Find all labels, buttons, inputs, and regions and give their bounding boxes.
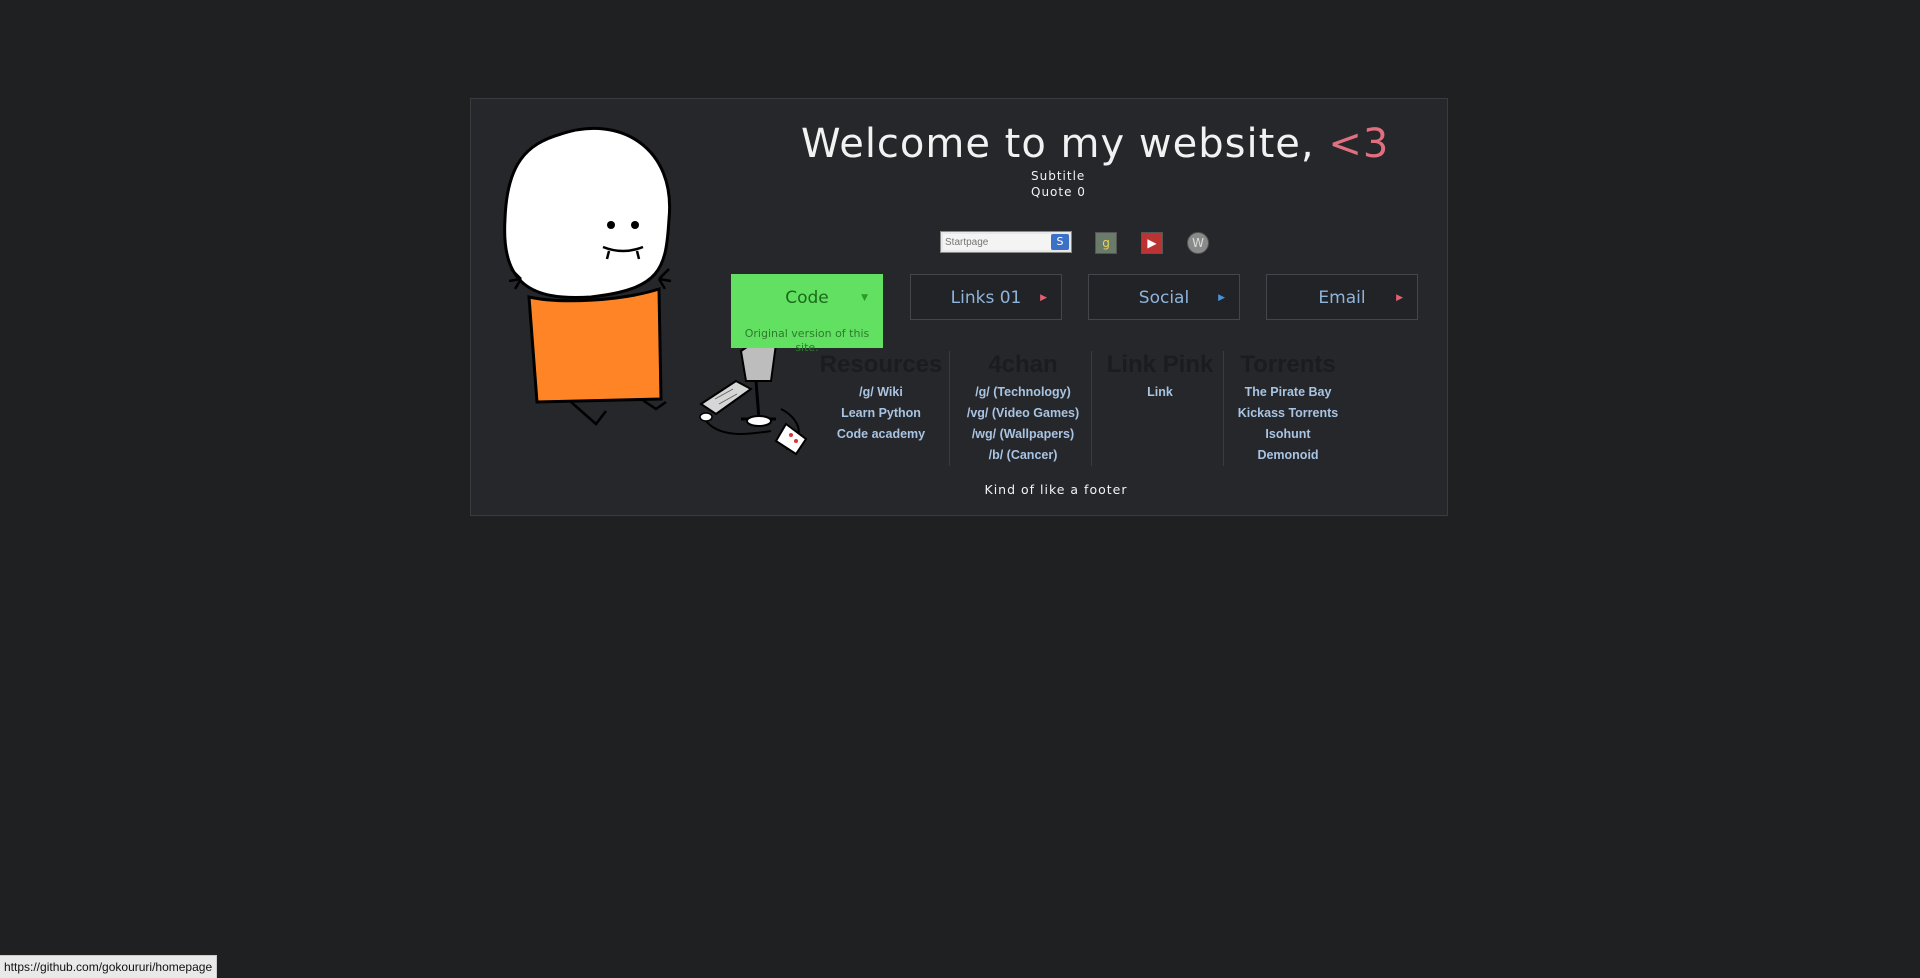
link-kickass-torrents[interactable]: Kickass Torrents (1220, 403, 1356, 424)
link-link[interactable]: Link (1092, 382, 1228, 403)
title-text: Welcome to my website, (801, 121, 1315, 167)
column-heading: Resources (819, 351, 943, 378)
link-vg-video-games[interactable]: /vg/ (Video Games) (955, 403, 1091, 424)
quote: Quote 0 (1031, 185, 1086, 199)
chevron-right-icon: ▶ (1218, 293, 1225, 303)
startpage-icon[interactable]: S (1051, 234, 1069, 250)
tab-social-label: Social (1138, 288, 1190, 308)
tab-links[interactable]: Links 01 ▶ (910, 274, 1062, 320)
link-wg-wallpapers[interactable]: /wg/ (Wallpapers) (955, 424, 1091, 445)
link-code-academy[interactable]: Code academy (813, 424, 949, 445)
footer-text: Kind of like a footer (984, 482, 1128, 497)
column-divider (949, 351, 950, 466)
status-bar-url: https://github.com/gokoururi/homepage (0, 955, 218, 978)
tab-social[interactable]: Social ▶ (1088, 274, 1240, 320)
link-b-cancer[interactable]: /b/ (Cancer) (955, 445, 1091, 466)
column-link-pink: Link Pink Link (1092, 351, 1228, 403)
column-resources: Resources /g/ Wiki Learn Python Code aca… (813, 351, 949, 445)
column-4chan: 4chan /g/ (Technology) /vg/ (Video Games… (955, 351, 1091, 466)
heart-text: <3 (1328, 121, 1390, 167)
page-title: Welcome to my website, <3 (801, 121, 1401, 167)
main-panel: Welcome to my website, <3 Subtitle Quote… (470, 98, 1448, 516)
link-isohunt[interactable]: Isohunt (1220, 424, 1356, 445)
chevron-right-icon: ▶ (1396, 293, 1403, 303)
link-g-technology[interactable]: /g/ (Technology) (955, 382, 1091, 403)
google-icon[interactable]: g (1095, 232, 1117, 254)
chevron-down-icon: ▼ (861, 293, 868, 303)
wikipedia-icon[interactable]: W (1187, 232, 1209, 254)
link-learn-python[interactable]: Learn Python (813, 403, 949, 424)
tab-links-label: Links 01 (950, 288, 1022, 308)
column-torrents: Torrents The Pirate Bay Kickass Torrents… (1220, 351, 1356, 466)
link-demonoid[interactable]: Demonoid (1220, 445, 1356, 466)
chevron-right-icon: ▶ (1040, 293, 1047, 303)
search-input[interactable] (943, 234, 1051, 250)
tab-code[interactable]: Code ▼ Original version of this site. (731, 274, 883, 354)
link-g-wiki[interactable]: /g/ Wiki (813, 382, 949, 403)
search-box: S (940, 231, 1072, 253)
tab-email[interactable]: Email ▶ (1266, 274, 1418, 320)
tab-code-label: Code (785, 288, 829, 308)
youtube-icon[interactable]: ▶ (1141, 232, 1163, 254)
column-heading: Torrents (1240, 351, 1336, 378)
link-the-pirate-bay[interactable]: The Pirate Bay (1220, 382, 1356, 403)
tab-email-label: Email (1318, 288, 1366, 308)
subtitle: Subtitle (1031, 169, 1086, 183)
column-heading: 4chan (988, 351, 1058, 378)
column-heading: Link Pink (1106, 351, 1214, 378)
